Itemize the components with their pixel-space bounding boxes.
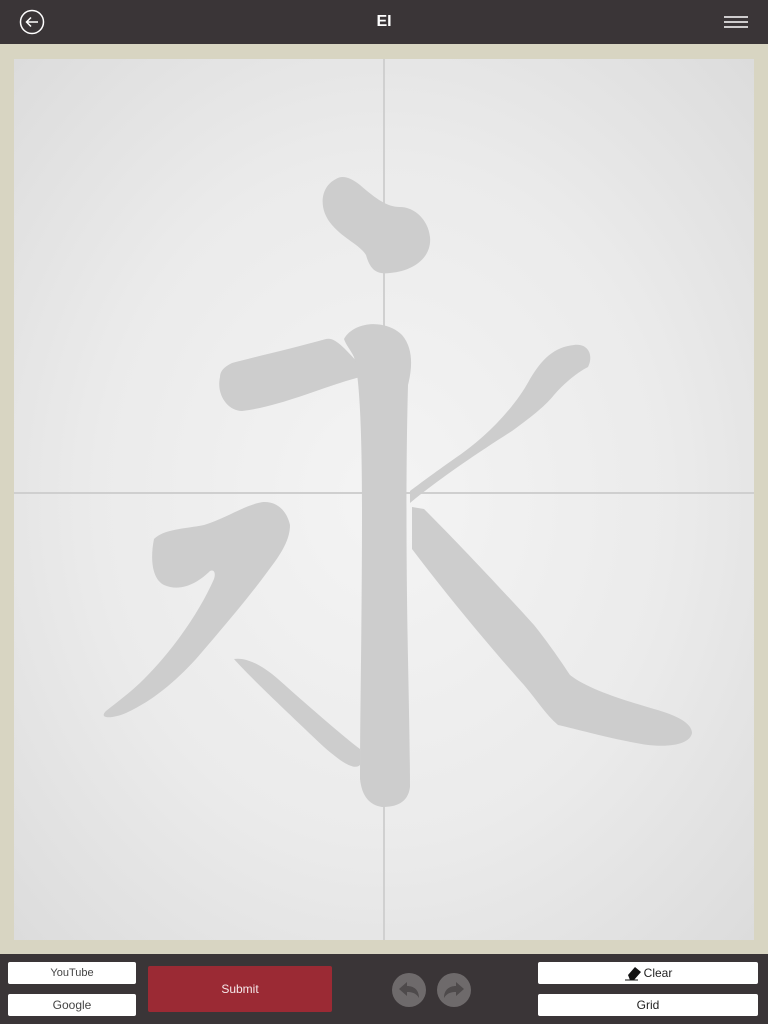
undo-button[interactable] [392,973,426,1007]
stroke-hook [234,658,360,767]
submit-button[interactable]: Submit [148,966,332,1012]
clear-button[interactable]: Clear [538,962,758,984]
stroke-horizontal [219,338,360,411]
hamburger-menu-icon [724,16,748,28]
eraser-icon [624,966,641,981]
back-arrow-icon [19,9,45,35]
back-button[interactable] [19,9,45,35]
undo-arrow-icon [399,982,419,998]
drawing-canvas[interactable] [14,59,754,940]
google-button[interactable]: Google [8,994,136,1016]
bottom-toolbar: YouTube Google Submit Clear Grid [0,954,768,1024]
guide-character-strokes [103,177,692,807]
stroke-upper-right [410,344,591,503]
stroke-right-sweep [412,507,692,746]
stroke-vertical [344,324,412,807]
page-title: EI [376,13,392,30]
clear-label: Clear [643,966,673,980]
redo-button[interactable] [437,973,471,1007]
top-bar: EI [0,0,768,44]
canvas-frame [0,44,768,954]
stroke-dot [322,177,431,274]
menu-button[interactable] [722,12,750,32]
redo-arrow-icon [444,982,464,998]
grid-button[interactable]: Grid [538,994,758,1016]
youtube-button[interactable]: YouTube [8,962,136,984]
